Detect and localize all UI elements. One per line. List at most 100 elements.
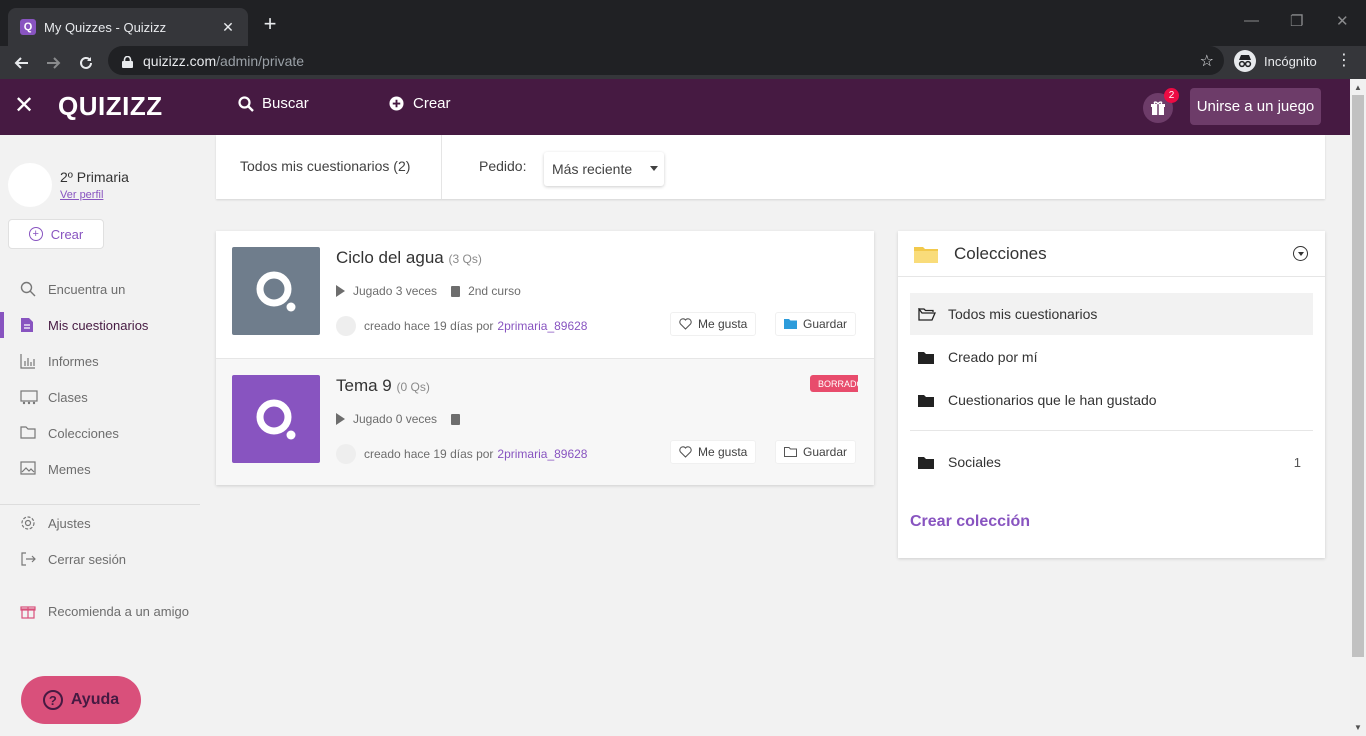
browser-toolbar: quizizz.com/admin/private ☆ Incógnito ⋮ [0, 46, 1366, 79]
collections-header[interactable]: Colecciones [898, 231, 1325, 277]
classes-icon [20, 389, 38, 405]
all-quizzes-filter[interactable]: Todos mis cuestionarios (2) [240, 158, 410, 174]
gift-icon [20, 603, 36, 619]
create-nav-label: Crear [413, 95, 451, 112]
order-label: Pedido: [479, 158, 527, 174]
folder-icon [20, 425, 36, 441]
sidebar-item-my-quizzes[interactable]: Mis cuestionarios [0, 308, 200, 342]
sidebar-item-reports[interactable]: Informes [0, 344, 200, 378]
collection-item-sociales[interactable]: Sociales 1 [910, 441, 1313, 483]
app-header: ✕ QUIZIZZ Buscar Crear 2 Unirse a un jue… [0, 79, 1350, 135]
notification-badge: 2 [1164, 88, 1179, 103]
sidebar-item-collections[interactable]: Colecciones [0, 416, 200, 450]
address-bar[interactable]: quizizz.com/admin/private ☆ [108, 46, 1224, 75]
quiz-thumbnail[interactable] [232, 247, 320, 335]
minimize-icon[interactable]: — [1244, 12, 1259, 29]
view-profile-link[interactable]: Ver perfil [60, 189, 129, 201]
draft-badge: BORRADOR [810, 375, 858, 392]
browser-tab-strip: Q My Quizzes - Quizizz ✕ + — ❐ ✕ [0, 0, 1366, 46]
sidebar-item-logout[interactable]: Cerrar sesión [0, 542, 200, 576]
sidebar-item-refer-friend[interactable]: Recomienda a un amigo [0, 594, 200, 628]
collections-panel: Colecciones Todos mis cuestionarios Crea… [898, 231, 1325, 558]
save-button[interactable]: Guardar [775, 312, 857, 336]
sidebar-item-memes[interactable]: Memes [0, 452, 200, 486]
like-button[interactable]: Me gusta [670, 440, 757, 464]
sidebar-divider [0, 504, 200, 505]
maximize-icon[interactable]: ❐ [1290, 12, 1303, 30]
incognito-label: Incógnito [1264, 53, 1317, 69]
folder-icon [918, 456, 934, 469]
quiz-meta: Jugado 0 veces [336, 412, 468, 426]
back-icon[interactable] [8, 50, 34, 76]
collection-item-all[interactable]: Todos mis cuestionarios [910, 293, 1313, 335]
gift-icon [1151, 101, 1165, 115]
play-icon [336, 285, 345, 297]
folder-icon [918, 351, 934, 364]
author-link[interactable]: 2primaria_89628 [497, 319, 587, 333]
quiz-card[interactable]: Ciclo del agua (3 Qs) Jugado 3 veces 2nd… [216, 231, 874, 358]
bookmark-star-icon[interactable]: ☆ [1200, 51, 1214, 71]
folder-icon [914, 245, 938, 263]
book-icon [451, 285, 461, 297]
book-icon [451, 413, 461, 425]
order-select[interactable]: Más reciente [544, 152, 664, 186]
search-nav-label: Buscar [262, 95, 309, 112]
search-nav[interactable]: Buscar [238, 95, 309, 112]
sidebar: 2º Primaria Ver perfil + Crear Encuentra… [0, 135, 200, 736]
quizizz-favicon: Q [20, 19, 36, 35]
avatar[interactable] [8, 163, 52, 207]
collection-item-created[interactable]: Creado por mí [910, 336, 1313, 378]
like-button[interactable]: Me gusta [670, 312, 757, 336]
filter-divider [441, 135, 442, 199]
logout-icon [20, 551, 36, 567]
quiz-title[interactable]: Tema 9 (0 Qs) [336, 376, 430, 396]
scroll-up-icon[interactable]: ▲ [1354, 83, 1362, 92]
scrollbar-thumb[interactable] [1352, 95, 1364, 657]
sidebar-create-label: Crear [50, 226, 84, 242]
create-collection-link[interactable]: Crear colección [910, 513, 1030, 531]
quiz-created-by: creado hace 19 días por 2primaria_89628 [336, 444, 587, 464]
quizizz-q-icon [256, 271, 296, 312]
quiz-title[interactable]: Ciclo del agua (3 Qs) [336, 248, 482, 268]
scroll-down-icon[interactable]: ▼ [1354, 723, 1362, 732]
incognito-indicator[interactable]: Incógnito [1234, 48, 1317, 74]
new-tab-icon[interactable]: + [260, 12, 280, 36]
forward-icon[interactable] [41, 50, 67, 76]
filter-bar: Todos mis cuestionarios (2) Pedido: Más … [216, 135, 1325, 199]
sidebar-item-classes[interactable]: Clases [0, 380, 200, 414]
incognito-icon [1234, 50, 1256, 72]
collections-title: Colecciones [954, 244, 1047, 263]
sidebar-item-settings[interactable]: Ajustes [0, 506, 200, 540]
close-menu-icon[interactable]: ✕ [14, 93, 34, 119]
play-icon [336, 413, 345, 425]
help-button[interactable]: ? Ayuda [21, 676, 141, 724]
plus-circle-icon [389, 95, 405, 112]
quizizz-logo[interactable]: QUIZIZZ [58, 91, 163, 122]
heart-icon [679, 318, 692, 330]
profile-block: 2º Primaria Ver perfil [8, 163, 129, 207]
tab-close-icon[interactable]: ✕ [220, 19, 236, 36]
sidebar-create-button[interactable]: + Crear [8, 219, 104, 249]
chevron-down-icon[interactable] [1293, 246, 1308, 261]
user-name: 2º Primaria [60, 169, 129, 185]
collection-item-liked[interactable]: Cuestionarios que le han gustado [910, 379, 1313, 421]
page-scrollbar[interactable]: ▲ ▼ [1350, 79, 1366, 736]
sidebar-item-find[interactable]: Encuentra un [0, 272, 200, 306]
search-icon [20, 281, 36, 297]
tab-title: My Quizzes - Quizizz [44, 19, 167, 35]
quiz-card[interactable]: BORRADOR Tema 9 (0 Qs) Jugado 0 veces cr… [216, 358, 874, 485]
gear-icon [20, 515, 36, 531]
plus-icon: + [28, 227, 43, 241]
create-nav[interactable]: Crear [389, 95, 451, 112]
gift-button[interactable]: 2 [1143, 88, 1179, 123]
quiz-meta: Jugado 3 veces 2nd curso [336, 284, 521, 298]
author-link[interactable]: 2primaria_89628 [497, 447, 587, 461]
reload-icon[interactable] [73, 50, 99, 76]
join-game-button[interactable]: Unirse a un juego [1190, 88, 1321, 125]
window-close-icon[interactable]: ✕ [1336, 12, 1349, 30]
browser-menu-icon[interactable]: ⋮ [1336, 50, 1352, 70]
browser-tab[interactable]: Q My Quizzes - Quizizz ✕ [8, 8, 248, 46]
quiz-thumbnail[interactable] [232, 375, 320, 463]
order-select-value: Más reciente [552, 161, 633, 177]
save-button[interactable]: Guardar [775, 440, 857, 464]
